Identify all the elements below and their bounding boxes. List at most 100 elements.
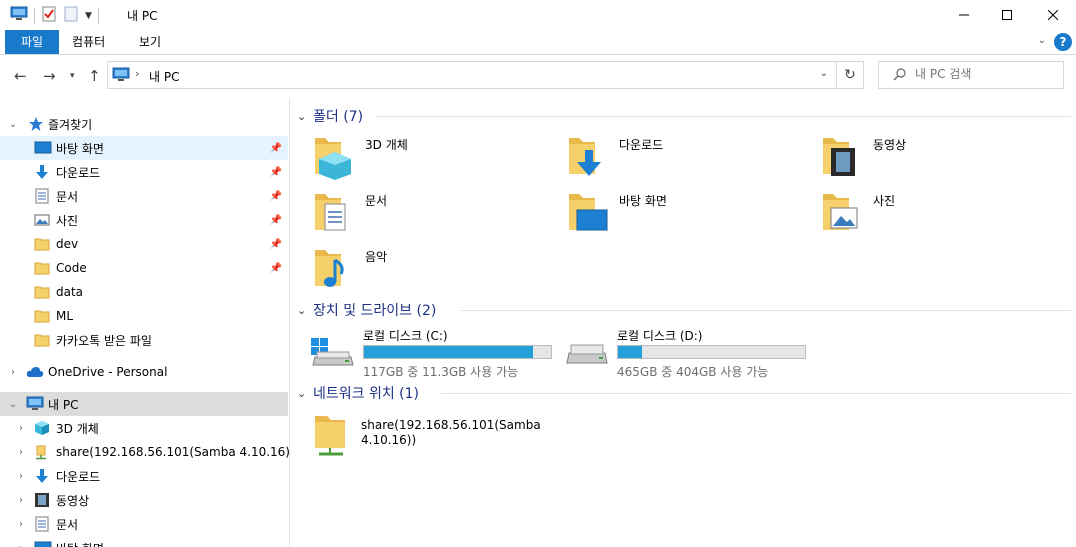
sidebar-item[interactable]: › 바탕 화면 [0, 536, 288, 547]
customize-toolbar-icon[interactable]: ▼ [85, 11, 92, 21]
maximize-button[interactable] [984, 0, 1030, 30]
drive-d[interactable]: 로컬 디스크 (D:) 465GB 중 404GB 사용 가능 [565, 327, 815, 379]
chevron-right-icon[interactable]: › [16, 447, 26, 458]
pin-icon[interactable]: 📌 [270, 239, 282, 250]
forward-arrow-icon[interactable]: → [43, 67, 56, 85]
sidebar-item[interactable]: 사진 📌 [0, 208, 288, 232]
navigation-bar: ← → ▾ ↑ › 내 PC ⌄ ↻ [0, 55, 1076, 95]
chevron-right-icon[interactable]: › [16, 543, 26, 547]
tab-file[interactable]: 파일 [5, 30, 59, 54]
drive-usage-bar [363, 345, 552, 359]
pictures-icon [34, 212, 50, 228]
pin-icon[interactable]: 📌 [270, 143, 282, 154]
download-icon [565, 132, 613, 180]
search-box[interactable] [878, 61, 1064, 89]
pin-icon[interactable]: 📌 [270, 263, 282, 274]
sidebar-item[interactable]: ML [0, 304, 288, 328]
drive-free-space: 465GB 중 404GB 사용 가능 [617, 365, 769, 379]
recent-locations-icon[interactable]: ▾ [70, 71, 75, 81]
folder-tile[interactable]: 음악 [311, 244, 551, 294]
star-icon [28, 116, 44, 132]
folder-icon [34, 260, 50, 276]
close-button[interactable] [1030, 0, 1076, 30]
computer-icon [26, 396, 44, 412]
sidebar-item[interactable]: 카카오톡 받은 파일 [0, 328, 288, 352]
sidebar-item-this-pc[interactable]: ⌄ 내 PC [0, 392, 288, 416]
chevron-down-icon[interactable]: ⌄ [8, 399, 18, 410]
sidebar-item-label: data [56, 285, 84, 299]
group-header-drives[interactable]: ⌄ 장치 및 드라이브 (2) [291, 300, 1071, 320]
content-pane: ⌄ 폴더 (7) 3D 개체 다운로드 동영상문서 바탕 화면 사진음악 ⌄ 장치 및 … [291, 98, 1076, 547]
sidebar-item[interactable]: data [0, 280, 288, 304]
breadcrumb-this-pc[interactable]: 내 PC [149, 68, 179, 85]
folder-tile[interactable]: 바탕 화면 [565, 188, 805, 238]
group-title: 폴더 (7) [313, 109, 364, 125]
chevron-right-icon[interactable]: › [16, 423, 26, 434]
folder-tile[interactable]: 3D 개체 [311, 132, 551, 182]
toolbar-separator [97, 7, 99, 24]
address-dropdown-icon[interactable]: ⌄ [820, 68, 828, 79]
title-bar: ▼ 내 PC [0, 0, 1076, 30]
sidebar-item[interactable]: 다운로드 📌 [0, 160, 288, 184]
chevron-right-icon[interactable]: › [8, 367, 18, 378]
new-folder-icon[interactable] [63, 6, 79, 25]
computer-icon[interactable] [10, 6, 28, 25]
sidebar-item[interactable]: › 문서 [0, 512, 288, 536]
folder-label: 다운로드 [619, 138, 664, 152]
group-divider [461, 310, 1071, 311]
chevron-right-icon[interactable]: › [16, 495, 26, 506]
sidebar-item[interactable]: Code 📌 [0, 256, 288, 280]
pin-icon[interactable]: 📌 [270, 215, 282, 226]
pictures-icon [819, 188, 867, 236]
folder-tile[interactable]: 사진 [819, 188, 1059, 238]
sidebar-item[interactable]: › 다운로드 [0, 464, 288, 488]
chevron-right-icon[interactable]: › [16, 519, 26, 530]
tab-view[interactable]: 보기 [125, 30, 175, 54]
sidebar-item-label: 다운로드 [56, 469, 101, 484]
folder-tile[interactable]: 다운로드 [565, 132, 805, 182]
group-header-network[interactable]: ⌄ 네트워크 위치 (1) [291, 383, 1071, 403]
sidebar-item[interactable]: › 3D 개체 [0, 416, 288, 440]
pin-icon[interactable]: 📌 [270, 191, 282, 202]
group-header-folders[interactable]: ⌄ 폴더 (7) [291, 106, 1071, 126]
back-arrow-icon[interactable]: ← [14, 67, 27, 85]
sidebar-item[interactable]: dev 📌 [0, 232, 288, 256]
refresh-button[interactable]: ↻ [836, 61, 864, 89]
minimize-button[interactable] [941, 0, 987, 30]
quick-access-toolbar: ▼ [10, 6, 99, 25]
sidebar-item[interactable]: › 동영상 [0, 488, 288, 512]
sidebar-item[interactable]: 문서 📌 [0, 184, 288, 208]
3d-objects-icon [34, 420, 50, 436]
up-arrow-icon[interactable]: ↑ [88, 67, 101, 85]
folder-label: 바탕 화면 [619, 194, 667, 208]
tab-computer[interactable]: 컴퓨터 [58, 30, 119, 54]
sidebar-item-quick-access[interactable]: ⌄ 즐겨찾기 [0, 112, 288, 136]
folder-tile[interactable]: 문서 [311, 188, 551, 238]
chevron-right-icon[interactable]: › [16, 471, 26, 482]
expand-ribbon-icon[interactable]: ⌄ [1038, 35, 1046, 46]
chevron-down-icon[interactable]: ⌄ [8, 119, 18, 130]
sidebar-item[interactable]: › share(192.168.56.101(Samba 4.10.16)) [0, 440, 289, 464]
chevron-down-icon[interactable]: ⌄ [297, 304, 306, 317]
properties-icon[interactable] [41, 6, 57, 25]
videos-icon [819, 132, 867, 180]
sidebar-item[interactable]: 바탕 화면 📌 [0, 136, 288, 160]
chevron-down-icon[interactable]: ⌄ [297, 110, 306, 123]
navigation-pane: ⌄ 즐겨찾기 바탕 화면 📌 다운로드 📌 문서 📌 사진 📌 dev 📌 Code 📌 data ML 카… [0, 98, 290, 547]
address-bar[interactable]: › 내 PC ⌄ [107, 61, 837, 89]
chevron-down-icon[interactable]: ⌄ [297, 387, 306, 400]
download-icon [34, 164, 50, 180]
drive-name: 로컬 디스크 (C:) [363, 329, 448, 343]
breadcrumb-chevron-icon[interactable]: › [135, 67, 139, 80]
network-share-tile[interactable]: share(192.168.56.101(Samba 4.10.16)) [311, 410, 571, 462]
search-input[interactable] [915, 67, 1055, 81]
drive-c[interactable]: 로컬 디스크 (C:) 117GB 중 11.3GB 사용 가능 [311, 327, 561, 379]
sidebar-item-onedrive[interactable]: › OneDrive - Personal [0, 360, 288, 384]
network-share-label-line2: 4.10.16)) [361, 433, 417, 447]
drive-usage-fill [364, 346, 533, 358]
pin-icon[interactable]: 📌 [270, 167, 282, 178]
help-button[interactable]: ? [1054, 33, 1072, 51]
drive-usage-fill [618, 346, 643, 358]
folder-label: 3D 개체 [365, 138, 408, 152]
folder-tile[interactable]: 동영상 [819, 132, 1059, 182]
